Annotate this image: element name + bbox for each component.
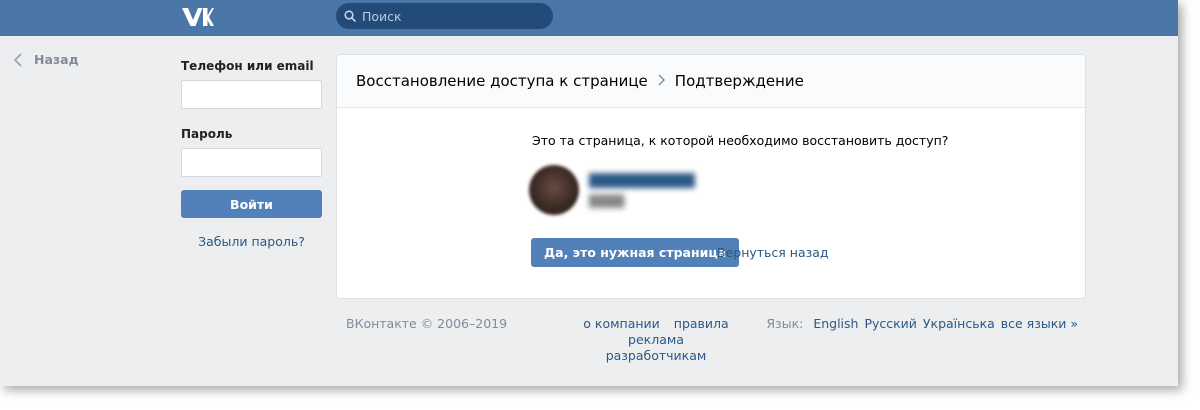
confirm-page-button[interactable]: Да, это нужная страница xyxy=(531,238,740,267)
confirm-question: Это та страница, к которой необходимо во… xyxy=(532,133,949,148)
browser-window: Назад Телефон или email Пароль Войти Заб… xyxy=(0,0,1178,386)
login-button[interactable]: Войти xyxy=(181,190,322,218)
back-label: Назад xyxy=(34,52,79,67)
footer-links: о компании правила реклама разработчикам xyxy=(550,316,762,364)
copyright: ВКонтакте © 2006–2019 xyxy=(346,316,508,331)
lang-ukrainian[interactable]: Українська xyxy=(923,316,995,331)
lang-all[interactable]: все языки » xyxy=(1001,316,1078,331)
footer-link-about[interactable]: о компании xyxy=(583,316,660,331)
footer-link-rules[interactable]: правила xyxy=(674,316,729,331)
profile-info-blurred: ███████████ ████ xyxy=(589,172,695,208)
forgot-password-link[interactable]: Забыли пароль? xyxy=(181,234,322,249)
language-label: Язык: xyxy=(766,316,804,331)
phone-field[interactable] xyxy=(181,80,322,109)
footer-link-developers[interactable]: разработчикам xyxy=(606,348,707,363)
chevron-right-icon xyxy=(658,72,665,90)
profile-preview[interactable]: ███████████ ████ xyxy=(529,165,695,215)
search-input[interactable] xyxy=(362,3,547,29)
lang-english[interactable]: English xyxy=(813,316,858,331)
search-icon xyxy=(344,10,356,22)
breadcrumb-current: Подтверждение xyxy=(674,72,804,90)
password-label: Пароль xyxy=(181,127,233,141)
phone-label: Телефон или email xyxy=(181,59,314,73)
vk-logo-icon[interactable] xyxy=(180,5,214,29)
top-bar xyxy=(0,0,1178,36)
footer-link-ads[interactable]: реклама xyxy=(628,332,684,347)
login-form: Телефон или email Пароль Войти Забыли па… xyxy=(181,59,322,249)
password-field[interactable] xyxy=(181,148,322,177)
breadcrumb: Восстановление доступа к странице Подтве… xyxy=(337,55,1085,108)
go-back-link[interactable]: Вернуться назад xyxy=(717,245,829,260)
breadcrumb-item[interactable]: Восстановление доступа к странице xyxy=(356,72,648,90)
search-box[interactable] xyxy=(336,3,553,29)
avatar[interactable] xyxy=(529,165,579,215)
lang-russian[interactable]: Русский xyxy=(864,316,916,331)
restore-access-card: Восстановление доступа к странице Подтве… xyxy=(336,54,1086,299)
language-switcher: Язык: English Русский Українська все язы… xyxy=(766,316,1078,331)
back-link[interactable]: Назад xyxy=(14,52,79,67)
chevron-left-icon xyxy=(14,52,22,67)
